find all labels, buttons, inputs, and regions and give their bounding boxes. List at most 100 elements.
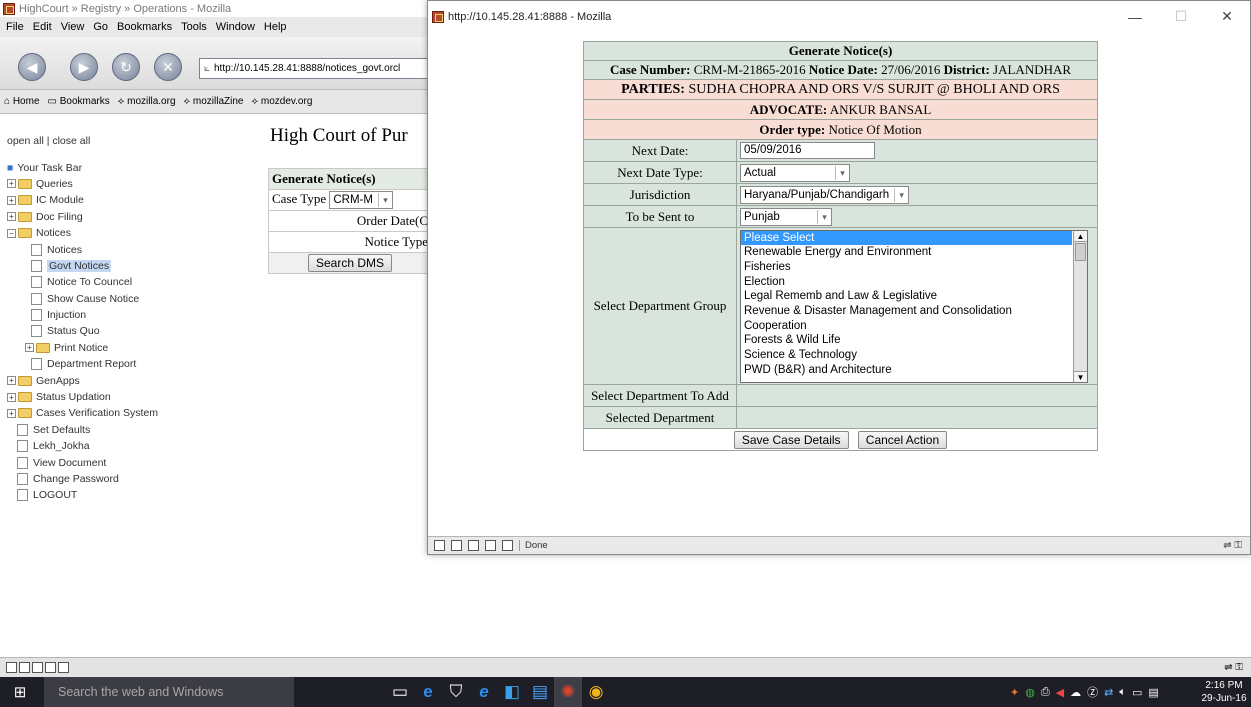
listbox-scrollbar[interactable]: ▲ ▼: [1073, 230, 1087, 382]
dept-group-listbox[interactable]: Please Select Renewable Energy and Enviro…: [740, 229, 1088, 383]
minimize-button[interactable]: —: [1112, 1, 1158, 32]
jurisdiction-select[interactable]: Haryana/Punjab/Chandigarh ▾: [740, 185, 910, 204]
edge-browser-icon[interactable]: e: [414, 677, 442, 707]
bookmark-mozilla-org[interactable]: ⟡ mozilla.org: [118, 96, 176, 107]
bookmark-mozillazine[interactable]: ⟡ mozillaZine: [184, 96, 244, 107]
action-center-icon[interactable]: ▤: [1148, 686, 1158, 699]
start-button[interactable]: ⊞: [0, 677, 40, 707]
tray-flag-icon[interactable]: ◀: [1056, 686, 1064, 699]
navigator-icon[interactable]: [434, 540, 445, 551]
chat-icon[interactable]: [468, 540, 479, 551]
tray-antivirus-icon[interactable]: ◍: [1025, 686, 1035, 699]
task-view-icon[interactable]: ▭: [386, 677, 414, 707]
collapse-icon[interactable]: −: [7, 228, 16, 238]
tree-item[interactable]: Status Quo: [7, 323, 267, 339]
address-book-icon[interactable]: [502, 540, 513, 551]
menu-go[interactable]: Go: [93, 21, 108, 33]
printer-icon[interactable]: ⎙: [1041, 686, 1050, 699]
cancel-action-button[interactable]: Cancel Action: [857, 430, 948, 449]
address-book-icon[interactable]: [58, 662, 69, 673]
dept-group-option[interactable]: Renewable Energy and Environment: [741, 245, 1087, 260]
menu-bookmarks[interactable]: Bookmarks: [117, 21, 172, 33]
tree-item[interactable]: + Status Updation: [7, 389, 267, 405]
maximize-button[interactable]: ☐: [1158, 1, 1204, 32]
tree-item[interactable]: Injuction: [7, 307, 267, 323]
tree-item[interactable]: Show Cause Notice: [7, 291, 267, 307]
scroll-up-arrow-icon[interactable]: ▲: [1074, 230, 1087, 242]
expand-icon[interactable]: +: [7, 408, 16, 418]
close-button[interactable]: ✕: [1204, 1, 1250, 32]
remote-desktop-icon[interactable]: ◧: [498, 677, 526, 707]
display-icon[interactable]: ▭: [1132, 686, 1142, 699]
tree-item[interactable]: Lekh_Jokha: [7, 438, 267, 454]
tree-item[interactable]: Notice To Councel: [7, 274, 267, 290]
dept-group-option[interactable]: Forests & Wild Life: [741, 333, 1087, 348]
menu-tools[interactable]: Tools: [181, 21, 207, 33]
network-icon[interactable]: ⇄: [1104, 686, 1113, 699]
tray-z-icon[interactable]: Ⓩ: [1087, 684, 1098, 700]
dept-group-option[interactable]: Legal Rememb and Law & Legislative: [741, 289, 1087, 304]
reload-button[interactable]: ↻: [112, 53, 140, 81]
dept-group-option[interactable]: Election: [741, 275, 1087, 290]
tree-item[interactable]: LOGOUT: [7, 487, 267, 503]
store-icon[interactable]: ⛉: [442, 677, 470, 707]
tree-open-close-all[interactable]: open all | close all: [7, 133, 267, 149]
bookmark-bookmarks[interactable]: ▭ Bookmarks: [48, 96, 110, 107]
menu-window[interactable]: Window: [216, 21, 255, 33]
save-case-details-button[interactable]: Save Case Details: [733, 430, 849, 449]
tree-item[interactable]: Department Report: [7, 356, 267, 372]
expand-icon[interactable]: +: [7, 392, 16, 402]
expand-icon[interactable]: +: [7, 179, 16, 189]
mail-icon[interactable]: [451, 540, 462, 551]
dept-group-option[interactable]: Cooperation: [741, 319, 1087, 334]
tree-item[interactable]: View Document: [7, 454, 267, 470]
file-explorer-icon[interactable]: ▤: [526, 677, 554, 707]
taskbar-search-box[interactable]: Search the web and Windows: [44, 677, 294, 707]
composer-icon[interactable]: [45, 662, 56, 673]
tree-item[interactable]: + Cases Verification System: [7, 405, 267, 421]
menu-help[interactable]: Help: [264, 21, 287, 33]
volume-icon[interactable]: 🔈︎: [1119, 686, 1126, 699]
bookmark-mozdev[interactable]: ⟡ mozdev.org: [251, 96, 312, 107]
scroll-thumb[interactable]: [1075, 242, 1086, 261]
tree-item[interactable]: + Print Notice: [7, 340, 267, 356]
url-bar[interactable]: ⟀ http://10.145.28.41:8888/notices_govt.…: [199, 58, 439, 79]
dept-group-option[interactable]: Revenue & Disaster Management and Consol…: [741, 304, 1087, 319]
navigator-icon[interactable]: [6, 662, 17, 673]
dept-group-option[interactable]: PWD (B&R) and Architecture: [741, 363, 1087, 378]
tree-item[interactable]: + Queries: [7, 176, 267, 192]
internet-explorer-icon[interactable]: e: [470, 677, 498, 707]
tree-item[interactable]: + Doc Filing: [7, 209, 267, 225]
tree-item[interactable]: + GenApps: [7, 372, 267, 388]
tree-item[interactable]: ■ Your Task Bar: [7, 159, 267, 175]
tree-item[interactable]: + IC Module: [7, 192, 267, 208]
chrome-icon[interactable]: ◉: [582, 677, 610, 707]
composer-icon[interactable]: [485, 540, 496, 551]
menu-view[interactable]: View: [61, 21, 85, 33]
tree-item[interactable]: Set Defaults: [7, 422, 267, 438]
menu-edit[interactable]: Edit: [33, 21, 52, 33]
taskbar-clock[interactable]: 2:16 PM 29-Jun-16: [1200, 679, 1248, 705]
cloud-icon[interactable]: ☁: [1070, 686, 1081, 699]
tree-item[interactable]: − Notices: [7, 225, 267, 241]
expand-icon[interactable]: +: [7, 212, 16, 222]
expand-icon[interactable]: +: [25, 343, 34, 353]
stop-button[interactable]: ✕: [154, 53, 182, 81]
scroll-down-arrow-icon[interactable]: ▼: [1074, 370, 1087, 382]
expand-icon[interactable]: +: [7, 195, 16, 205]
dept-group-option[interactable]: Science & Technology: [741, 348, 1087, 363]
mozilla-taskbar-icon[interactable]: ✺: [554, 677, 582, 707]
background-window-titlebar[interactable]: HighCourt » Registry » Operations - Mozi…: [0, 0, 432, 17]
search-dms-button[interactable]: Search DMS: [307, 254, 393, 272]
forward-button[interactable]: ▶: [70, 53, 98, 81]
back-button[interactable]: ◀: [18, 53, 46, 81]
tray-app-icon[interactable]: ✦: [1010, 686, 1019, 699]
mail-icon[interactable]: [19, 662, 30, 673]
case-type-select[interactable]: CRM-M ▾: [329, 191, 393, 209]
dept-group-option[interactable]: Please Select: [741, 230, 1072, 246]
dept-group-option[interactable]: Fisheries: [741, 260, 1087, 275]
next-date-type-select[interactable]: Actual ▾: [740, 163, 850, 182]
tree-item[interactable]: Change Password: [7, 471, 267, 487]
chat-icon[interactable]: [32, 662, 43, 673]
sent-to-select[interactable]: Punjab ▾: [740, 207, 832, 226]
